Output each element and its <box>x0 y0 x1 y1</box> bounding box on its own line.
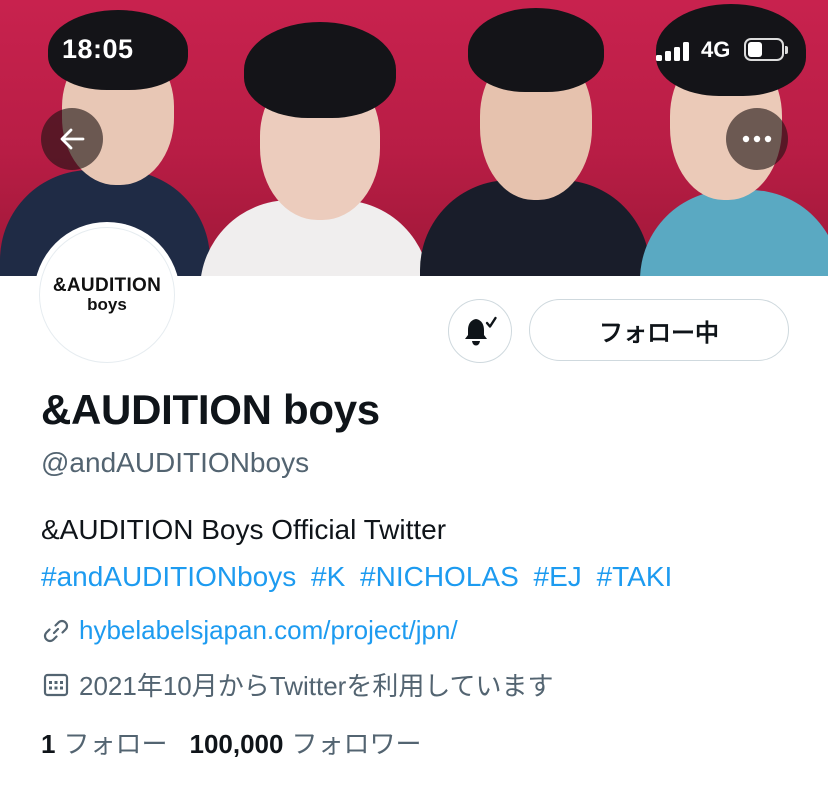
more-dots-icon <box>742 135 772 143</box>
back-button[interactable] <box>41 108 103 170</box>
hashtag-link[interactable]: #EJ <box>534 561 582 592</box>
website-link[interactable]: hybelabelsjapan.com/project/jpn/ <box>79 615 458 646</box>
network-type: 4G <box>701 37 731 62</box>
hashtag-link[interactable]: #NICHOLAS <box>360 561 519 592</box>
website-row: hybelabelsjapan.com/project/jpn/ <box>41 615 458 646</box>
arrow-left-icon <box>60 128 85 150</box>
banner-member-2 <box>200 0 440 276</box>
status-time: 18:05 <box>62 34 134 64</box>
avatar-logo-line2: boys <box>87 295 127 314</box>
more-options-button[interactable] <box>726 108 788 170</box>
user-handle: @andAUDITIONboys <box>41 447 310 478</box>
notifications-button[interactable] <box>448 299 512 363</box>
hashtag-link[interactable]: #andAUDITIONboys <box>41 561 296 592</box>
banner-member-3 <box>420 0 650 276</box>
hashtag-link[interactable]: #TAKI <box>597 561 673 592</box>
joined-date: 2021年10月からTwitterを利用しています <box>79 671 554 701</box>
hashtag-link[interactable]: #K <box>311 561 345 592</box>
following-count: 1 <box>41 729 56 759</box>
following-button[interactable]: フォロー中 <box>529 299 789 361</box>
followers-label: フォロワー <box>291 729 422 759</box>
followers-count: 100,000 <box>189 729 284 759</box>
battery-level <box>748 42 763 57</box>
display-name: &AUDITION boys <box>41 386 380 433</box>
battery-icon <box>744 38 788 61</box>
avatar-logo-line1: &AUDITION <box>52 275 162 296</box>
followers-stat[interactable]: 100,000 フォロワー <box>189 724 421 761</box>
avatar-logo: &AUDITION boys <box>39 227 175 363</box>
bell-check-icon <box>465 316 497 346</box>
follow-stats: 1 フォロー 100,000 フォロワー <box>41 724 443 761</box>
calendar-icon <box>41 670 71 700</box>
profile-avatar[interactable]: &AUDITION boys <box>34 222 180 368</box>
signal-icon <box>656 41 692 61</box>
bio-hashtags: #andAUDITIONboys #K #NICHOLAS #EJ #TAKI <box>41 561 679 593</box>
profile-page: 18:05 4G &AUDITION boys フォロー中 &AUDITION … <box>0 0 828 786</box>
following-label: フォロー <box>63 729 168 759</box>
link-icon <box>41 616 71 646</box>
joined-row: 2021年10月からTwitterを利用しています <box>41 666 554 703</box>
following-stat[interactable]: 1 フォロー <box>41 724 167 761</box>
bio-text: &AUDITION Boys Official Twitter <box>41 514 447 545</box>
